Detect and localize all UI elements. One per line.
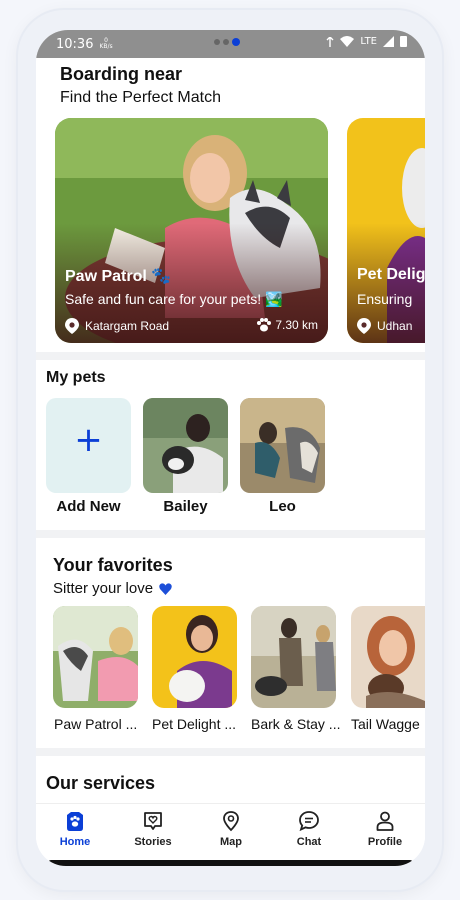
paw-icon [67, 812, 83, 831]
chat-icon [299, 811, 319, 832]
wifi-icon [340, 36, 355, 47]
pet-card[interactable] [240, 398, 325, 493]
location-text: Katargam Road [85, 319, 170, 333]
map-pin-icon [223, 811, 239, 832]
location-text: Udhan [377, 319, 413, 333]
boarding-card[interactable]: Paw Patrol 🐾 Safe and fun care for your … [55, 118, 328, 343]
pet-name: Bailey [163, 498, 208, 515]
heart-badge-icon [144, 812, 162, 830]
favorite-name: Pet Delight ... [152, 716, 237, 732]
nav-stories[interactable]: Stories [118, 810, 188, 848]
favorite-card[interactable] [53, 606, 138, 708]
favorite-photo [351, 606, 425, 708]
pet-photo [143, 398, 228, 493]
favorites-title: Your favorites [53, 555, 173, 575]
app-screen: 10:36 0 KB/s LTE Boarding near Find the … [36, 30, 425, 866]
vibrate-icon [326, 36, 334, 47]
nav-home-label: Home [59, 836, 91, 848]
favorite-photo [251, 606, 336, 708]
my-pets-title: My pets [46, 369, 106, 386]
status-icons: LTE [326, 36, 407, 47]
location-pin-icon [357, 318, 371, 334]
pet-card[interactable] [143, 398, 228, 493]
nav-profile-label: Profile [367, 836, 403, 848]
signal-icon [383, 36, 394, 47]
boarding-title: Boarding near [60, 64, 183, 84]
boarding-card-name: Pet Delig [357, 266, 425, 283]
boarding-card-name: Paw Patrol 🐾 [65, 268, 172, 285]
page-dots [214, 38, 240, 46]
battery-icon [400, 36, 407, 47]
nav-chat[interactable]: Chat [274, 810, 344, 848]
nav-profile[interactable]: Profile [350, 810, 420, 848]
location-pin-icon [65, 318, 79, 334]
favorite-name: Tail Wagge [351, 716, 420, 732]
favorite-photo [53, 606, 138, 708]
boarding-card-distance: 7.30 km [256, 318, 318, 332]
favorite-card[interactable] [351, 606, 425, 708]
favorite-card[interactable] [152, 606, 237, 708]
boarding-card-description: Safe and fun care for your pets! 🏞️ [65, 291, 283, 307]
favorite-name: Bark & Stay ... [251, 716, 341, 732]
boarding-card-location: Katargam Road [65, 318, 169, 334]
nav-map[interactable]: Map [196, 810, 266, 848]
favorites-subtitle-row: Sitter your love [53, 580, 172, 597]
favorite-photo [152, 606, 237, 708]
nav-home[interactable]: Home [40, 810, 110, 848]
status-time: 10:36 [56, 36, 94, 52]
nav-stories-label: Stories [134, 836, 172, 848]
boarding-subtitle: Find the Perfect Match [60, 89, 221, 106]
add-pet-label: Add New [56, 498, 121, 515]
favorite-card[interactable] [251, 606, 336, 708]
pet-photo [240, 398, 325, 493]
pet-name: Leo [269, 498, 296, 515]
heart-icon [159, 582, 172, 595]
network-speed: 0 KB/s [99, 37, 113, 50]
boarding-card-description: Ensuring [357, 291, 413, 307]
boarding-card-location: Udhan [357, 318, 412, 334]
distance-text: 7.30 km [275, 318, 318, 332]
status-bar: 10:36 0 KB/s LTE [36, 30, 425, 58]
home-indicator [48, 860, 413, 866]
person-icon [376, 811, 394, 831]
nav-chat-label: Chat [296, 836, 322, 848]
nav-map-label: Map [220, 836, 242, 848]
services-title: Our services [46, 773, 156, 793]
network-type: LTE [360, 36, 377, 47]
favorite-name: Paw Patrol ... [54, 716, 138, 732]
add-pet-button[interactable]: + [46, 398, 131, 493]
plus-icon: + [74, 420, 103, 460]
favorites-subtitle: Sitter your love [53, 580, 154, 597]
boarding-card[interactable]: Pet Delig Ensuring Udhan [347, 118, 425, 343]
paw-icon [257, 318, 272, 332]
bottom-nav: Home Stories Map Chat Profile [36, 803, 425, 866]
